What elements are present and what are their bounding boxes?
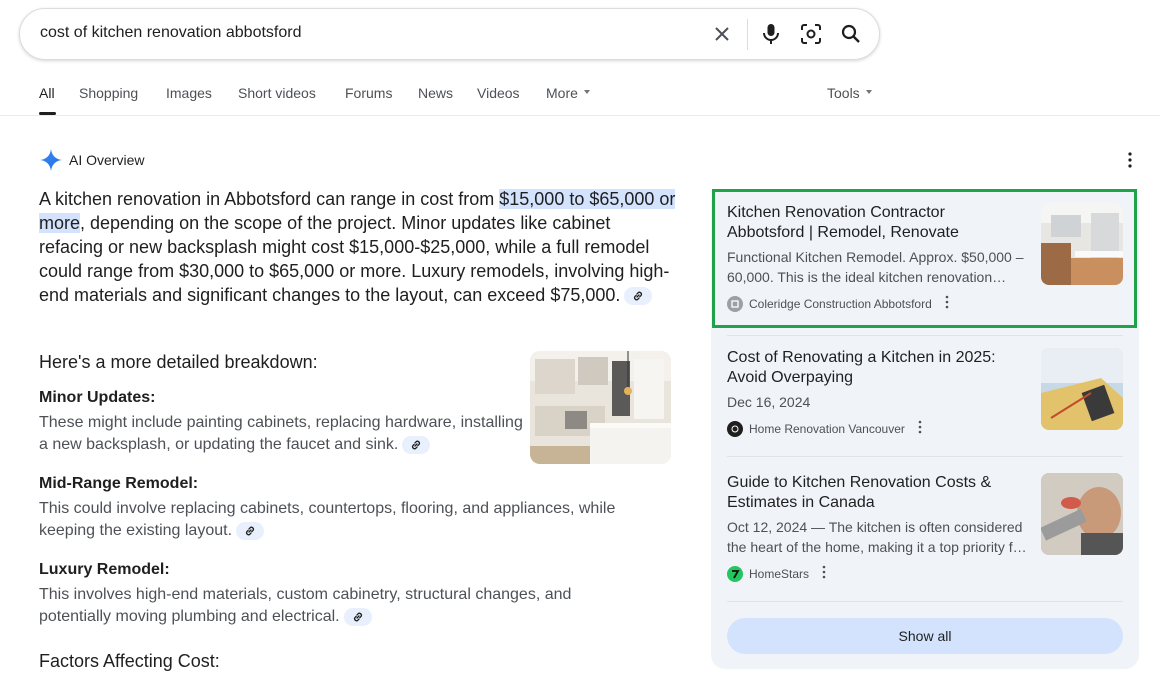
summary-intro: A kitchen renovation in Abbotsford can r… <box>39 189 500 209</box>
kitchen-image[interactable] <box>530 351 671 464</box>
site-favicon-icon <box>727 420 743 437</box>
minor-updates-heading: Minor Updates: <box>39 389 156 406</box>
tab-more-label: More <box>546 85 578 101</box>
search-input[interactable]: cost of kitchen renovation abbotsford <box>40 24 302 42</box>
lens-icon[interactable] <box>799 22 823 46</box>
tab-all[interactable]: All <box>39 85 55 101</box>
mid-range-heading: Mid-Range Remodel: <box>39 475 199 492</box>
search-bar[interactable]: cost of kitchen renovation abbotsford <box>19 8 880 60</box>
mid-range-text: This could involve replacing cabinets, c… <box>39 498 659 542</box>
more-options-icon[interactable] <box>1122 151 1138 174</box>
ai-overview-label: AI Overview <box>69 152 145 168</box>
summary-rest: , depending on the scope of the project.… <box>39 213 670 305</box>
site-name: Home Renovation Vancouver <box>749 421 905 436</box>
site-favicon-icon <box>727 565 743 582</box>
tab-short-videos[interactable]: Short videos <box>238 85 316 101</box>
sparkle-icon <box>40 149 62 171</box>
tab-images[interactable]: Images <box>166 85 212 101</box>
tab-videos[interactable]: Videos <box>477 85 520 101</box>
luxury-heading: Luxury Remodel: <box>39 561 170 578</box>
source-thumbnail[interactable] <box>1041 473 1123 555</box>
source-date: Dec 16, 2024 <box>727 394 811 410</box>
selection-highlight <box>712 189 1137 328</box>
factors-heading: Factors Affecting Cost: <box>39 651 220 671</box>
more-options-icon[interactable] <box>821 565 827 582</box>
show-all-button[interactable]: Show all <box>727 618 1123 654</box>
source-snippet: Oct 12, 2024 — The kitchen is often cons… <box>727 519 1027 555</box>
tabs-divider <box>0 115 1160 116</box>
mid-range-body: This could involve replacing cabinets, c… <box>39 500 616 539</box>
source-title[interactable]: Guide to Kitchen Renovation Costs & Esti… <box>727 473 1017 513</box>
citation-link-icon[interactable] <box>343 607 372 626</box>
citation-link-icon[interactable] <box>624 287 653 306</box>
clear-icon[interactable] <box>710 22 734 46</box>
luxury-text: This involves high-end materials, custom… <box>39 584 629 628</box>
tab-news[interactable]: News <box>418 85 453 101</box>
mic-icon[interactable] <box>759 22 783 46</box>
source-card-3[interactable]: Guide to Kitchen Renovation Costs & Esti… <box>727 473 1123 582</box>
card-divider <box>727 601 1123 602</box>
search-icon[interactable] <box>839 22 863 46</box>
citation-link-icon[interactable] <box>402 435 431 454</box>
tab-forums[interactable]: Forums <box>345 85 392 101</box>
card-divider <box>727 456 1123 457</box>
tab-shopping[interactable]: Shopping <box>79 85 138 101</box>
tools-button[interactable]: Tools <box>827 85 872 101</box>
minor-updates-text: These might include painting cabinets, r… <box>39 412 529 456</box>
search-divider <box>747 19 748 50</box>
tools-label: Tools <box>827 85 860 101</box>
luxury-body: This involves high-end materials, custom… <box>39 586 572 625</box>
source-title[interactable]: Cost of Renovating a Kitchen in 2025: Av… <box>727 348 1017 388</box>
tab-more[interactable]: More <box>546 85 590 101</box>
more-options-icon[interactable] <box>917 420 923 437</box>
source-card-2[interactable]: Cost of Renovating a Kitchen in 2025: Av… <box>727 348 1123 437</box>
citation-link-icon[interactable] <box>236 521 265 540</box>
source-thumbnail[interactable] <box>1041 348 1123 430</box>
card-divider <box>727 335 1123 336</box>
chevron-down-icon <box>583 90 590 95</box>
site-name: HomeStars <box>749 566 810 581</box>
minor-updates-body: These might include painting cabinets, r… <box>39 414 523 453</box>
breakdown-heading: Here's a more detailed breakdown: <box>39 352 318 372</box>
ai-overview-header: AI Overview <box>39 148 144 172</box>
chevron-down-icon <box>865 90 872 95</box>
ai-overview-summary: A kitchen renovation in Abbotsford can r… <box>39 187 679 307</box>
source-site: HomeStars <box>727 565 1123 582</box>
